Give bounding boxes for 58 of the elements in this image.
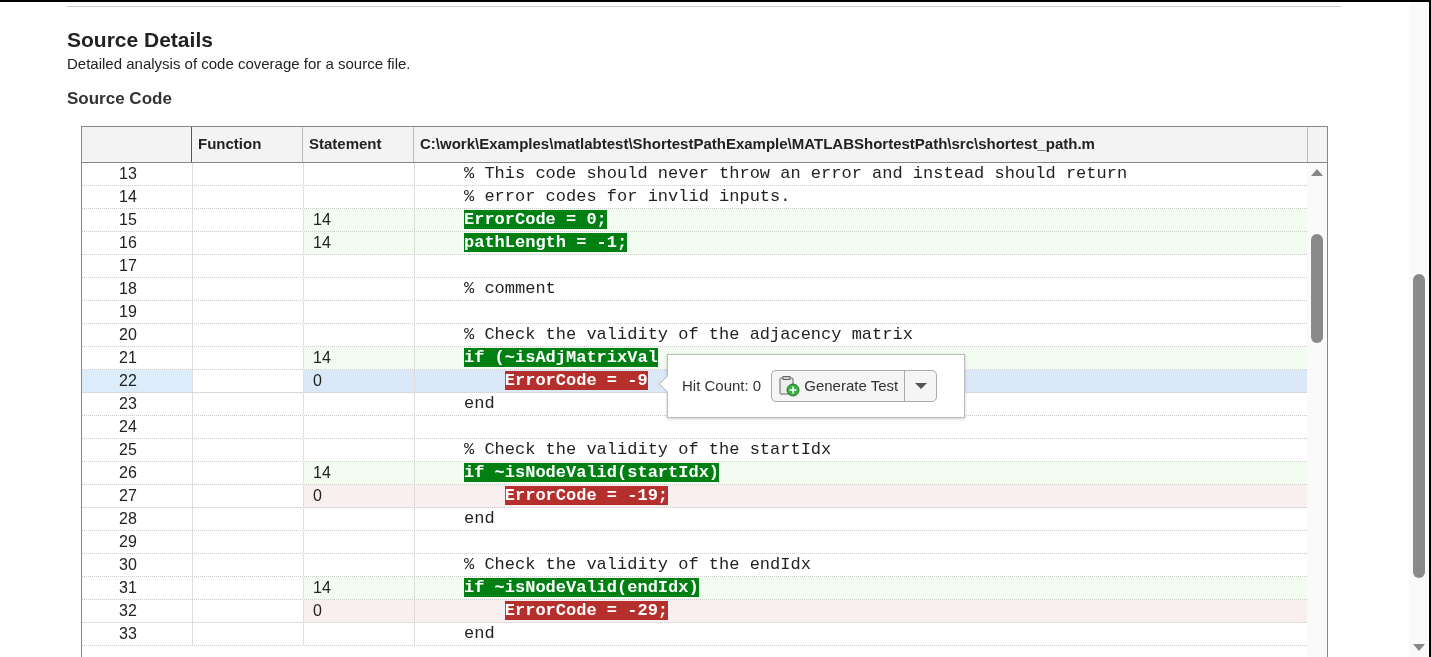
code-row[interactable]: 24 — [82, 416, 1307, 439]
hit-count: 0 — [313, 601, 322, 621]
code-line: end — [464, 624, 495, 643]
section-subtitle: Source Code — [67, 89, 173, 109]
column-header[interactable]: Statement — [303, 127, 414, 162]
line-number: 22 — [82, 370, 192, 392]
scroll-down-icon[interactable] — [1413, 644, 1425, 651]
table-scrollbar[interactable] — [1307, 163, 1327, 657]
code-line: % This code should never throw an error and instead should return — [464, 164, 1128, 183]
code-line: % error codes for invlid inputs. — [464, 187, 791, 206]
hit-count: 14 — [313, 210, 331, 230]
code-row[interactable]: 13 % This code should never throw an error and instead should return — [82, 163, 1307, 186]
code-line: end — [464, 509, 495, 528]
hit-count: 14 — [313, 578, 331, 598]
scrollbar-thumb[interactable] — [1413, 274, 1425, 578]
code-row[interactable]: 20 % Check the validity of the adjacency matrix — [82, 324, 1307, 347]
line-number: 21 — [82, 347, 192, 369]
page-scrollbar[interactable] — [1409, 2, 1429, 657]
line-number: 16 — [82, 232, 192, 254]
hit-count: 0 — [313, 371, 322, 391]
code-row[interactable]: 17 — [82, 255, 1307, 278]
code-row[interactable]: 15 14 ErrorCode = 0; — [82, 209, 1307, 232]
hit-count: 14 — [313, 463, 331, 483]
code-row[interactable]: 33 end — [82, 623, 1307, 646]
clipboard-add-icon — [778, 375, 801, 397]
column-header[interactable]: C:\work\Examples\matlabtest\ShortestPathExample\MATLABShortestPath\src\shortest_path.m — [414, 127, 1308, 162]
code-row[interactable]: 14 % error codes for invlid inputs. — [82, 186, 1307, 209]
line-number: 27 — [82, 485, 192, 507]
code-line: end — [464, 394, 495, 413]
code-row[interactable]: 18 % comment — [82, 278, 1307, 301]
line-number: 31 — [82, 577, 192, 599]
code-row[interactable]: 19 — [82, 301, 1307, 324]
code-line: % Check the validity of the endIdx — [464, 555, 811, 574]
code-row[interactable]: 27 0 ErrorCode = -19; — [82, 485, 1307, 508]
code-row[interactable]: 26 14 if ~isNodeValid(startIdx) — [82, 462, 1307, 485]
caret-icon — [914, 383, 927, 389]
code-row[interactable]: 30 % Check the validity of the endIdx — [82, 554, 1307, 577]
scroll-up-icon[interactable] — [1311, 169, 1323, 176]
hit-count-label: Hit Count: 0 — [682, 375, 762, 396]
line-number: 15 — [82, 209, 192, 231]
code-row[interactable]: 25 % Check the validity of the startIdx — [82, 439, 1307, 462]
column-header[interactable]: Function — [192, 127, 303, 162]
code-line: % comment — [464, 279, 556, 298]
code-row[interactable]: 16 14 pathLength = -1; — [82, 232, 1307, 255]
code-line: % Check the validity of the startIdx — [464, 440, 832, 459]
code-row[interactable]: 32 0 ErrorCode = -29; — [82, 600, 1307, 623]
code-row[interactable]: 28 end — [82, 508, 1307, 531]
section-title: Source Details — [67, 27, 214, 53]
hit-count: 14 — [313, 233, 331, 253]
line-number: 26 — [82, 462, 192, 484]
line-number: 32 — [82, 600, 192, 622]
code-row[interactable]: 31 14 if ~isNodeValid(endIdx) — [82, 577, 1307, 600]
code-row[interactable]: 29 — [82, 531, 1307, 554]
hit-count: 14 — [313, 348, 331, 368]
section-description: Detailed analysis of code coverage for a source file. — [67, 54, 412, 74]
hit-count: 0 — [313, 486, 322, 506]
code-line: % Check the validity of the adjacency matrix — [464, 325, 913, 344]
scrollbar-thumb[interactable] — [1311, 234, 1323, 343]
